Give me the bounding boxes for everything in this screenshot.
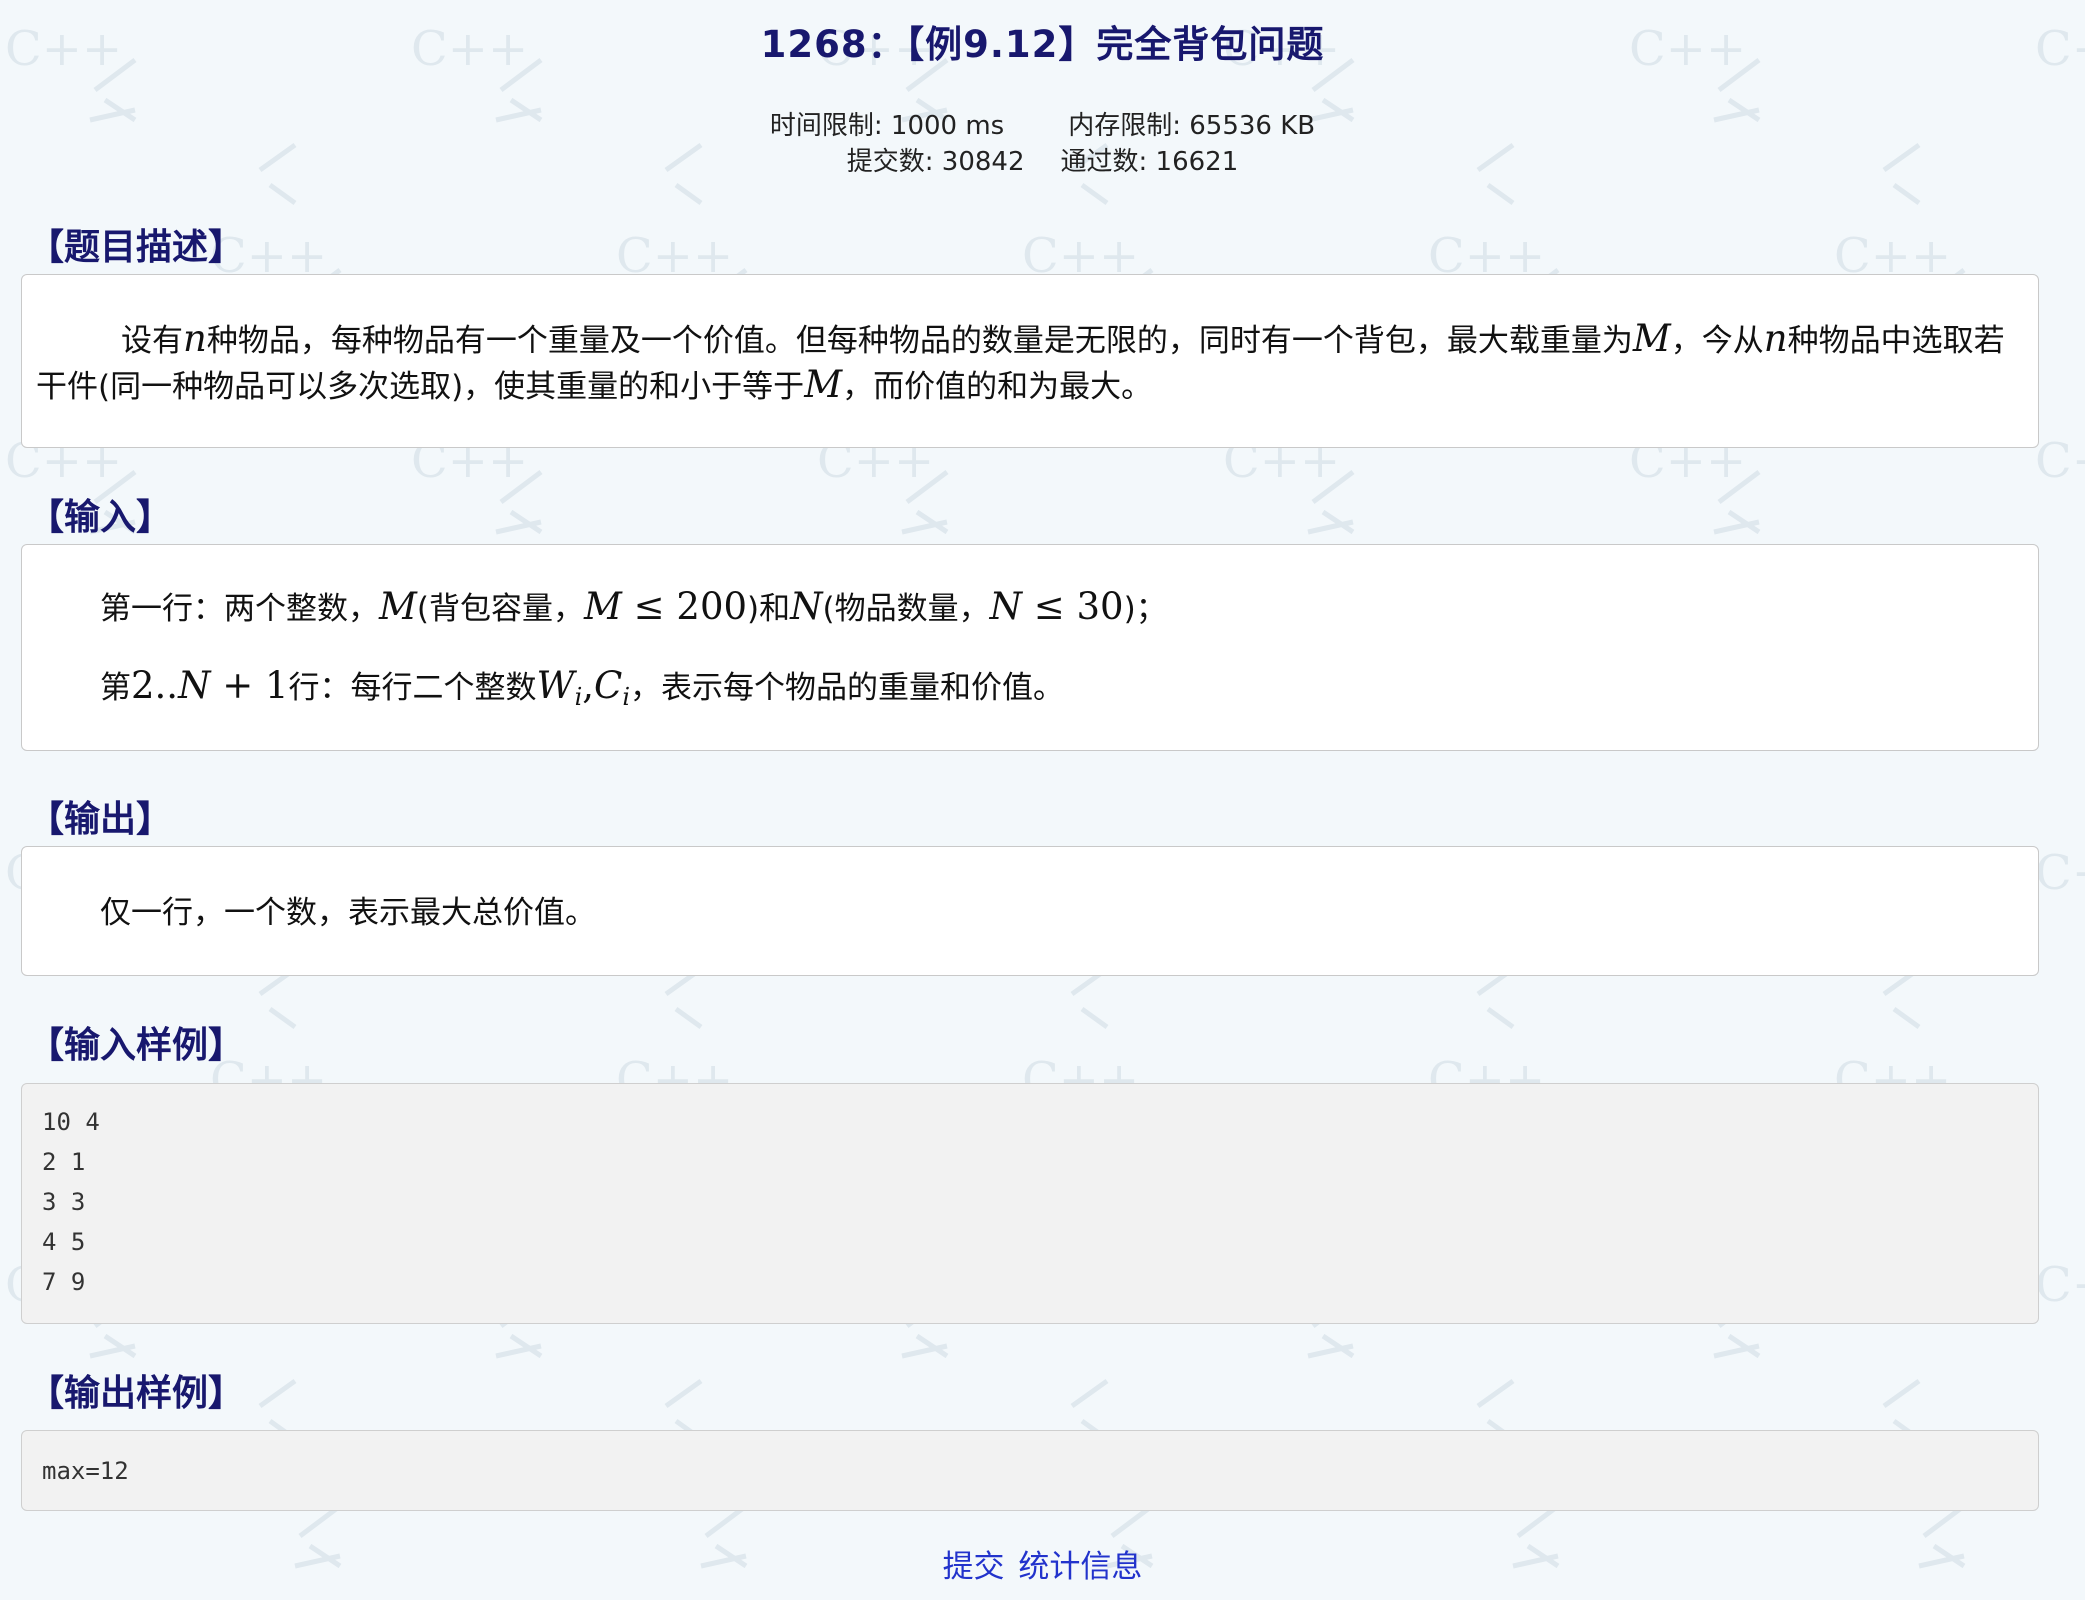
input-line-2: 第2..N + 1行：每行二个整数Wi,Ci，表示每个物品的重量和价值。: [100, 664, 1065, 712]
output-panel: 仅一行，一个数，表示最大总价值。: [21, 846, 2039, 976]
sample-output-code: max=12: [42, 1457, 129, 1485]
sample-output-heading: 【输出样例】: [28, 1373, 245, 1414]
problem-title: 1268：【例9.12】完全背包问题: [760, 23, 1325, 66]
footer-links: 提交 统计信息: [0, 1541, 2085, 1586]
statistics-link[interactable]: 统计信息: [1018, 1549, 1142, 1585]
input-heading: 【输入】: [28, 497, 173, 538]
problem-page: 1268：【例9.12】完全背包问题 时间限制: 1000 ms 内存限制: 65…: [0, 0, 2085, 1600]
sample-input-box: 10 4 2 1 3 3 4 5 7 9: [21, 1083, 2039, 1324]
description-text: 设有n种物品，每种物品有一个重量及一个价值。但每种物品的数量是无限的，同时有一个…: [36, 317, 2005, 406]
sample-input-heading: 【输入样例】: [28, 1025, 245, 1066]
output-heading: 【输出】: [28, 799, 173, 840]
problem-limits: 时间限制: 1000 ms 内存限制: 65536 KB 提交数: 30842 通过…: [0, 108, 2085, 180]
sample-input-code: 10 4 2 1 3 3 4 5 7 9: [42, 1108, 100, 1296]
sample-output-box: max=12: [21, 1430, 2039, 1511]
submit-link[interactable]: 提交: [943, 1549, 1005, 1585]
memory-limit: 内存限制: 65536 KB: [1068, 111, 1316, 141]
input-panel: 第一行：两个整数，M(背包容量，M ≤ 200)和N(物品数量，N ≤ 30)；…: [21, 544, 2039, 751]
submission-count: 提交数: 30842: [846, 147, 1025, 177]
time-limit: 时间限制: 1000 ms: [769, 111, 1005, 141]
accepted-count: 通过数: 16621: [1060, 147, 1239, 177]
description-panel: 设有n种物品，每种物品有一个重量及一个价值。但每种物品的数量是无限的，同时有一个…: [21, 274, 2039, 448]
output-text: 仅一行，一个数，表示最大总价值。: [100, 895, 596, 931]
input-line-1: 第一行：两个整数，M(背包容量，M ≤ 200)和N(物品数量，N ≤ 30)；: [100, 585, 1167, 628]
description-heading: 【题目描述】: [28, 227, 245, 268]
